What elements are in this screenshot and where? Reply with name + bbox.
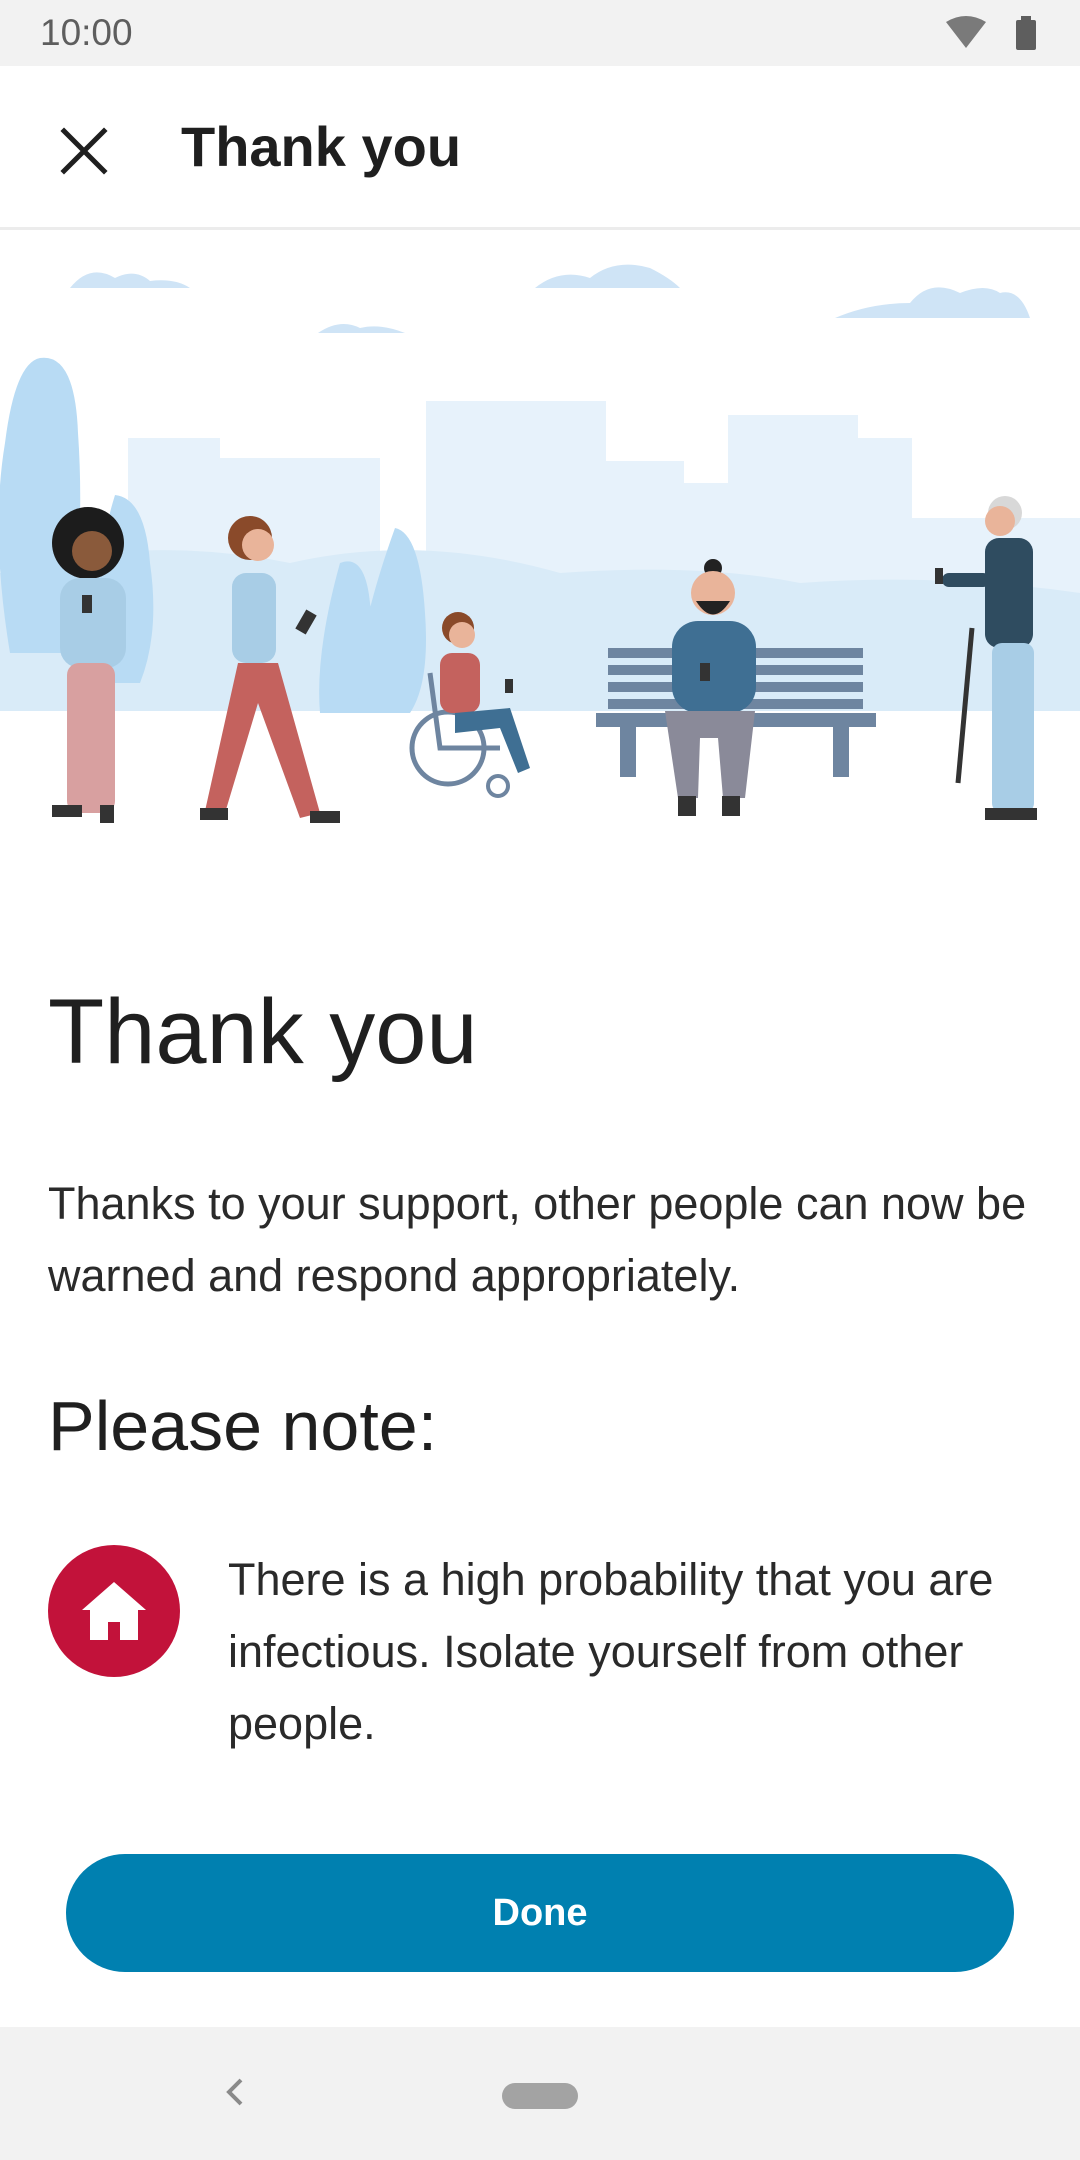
people-in-park-illustration	[0, 264, 1080, 853]
back-icon[interactable]	[215, 2072, 255, 2112]
close-button[interactable]	[44, 111, 124, 191]
system-nav-bar	[0, 2027, 1080, 2160]
status-time: 10:00	[40, 12, 133, 53]
isolation-note-text: There is a high probability that you are…	[228, 1554, 994, 1749]
status-icons	[946, 16, 1036, 50]
status-bar: 10:00	[0, 0, 1080, 66]
intro-text: Thanks to your support, other people can…	[48, 1178, 1027, 1301]
done-button[interactable]: Done	[66, 1854, 1014, 1972]
home-pill[interactable]	[502, 2083, 578, 2109]
close-icon	[60, 127, 108, 175]
page-title: Thank you	[48, 981, 478, 1083]
app-bar: Thank you	[0, 66, 1080, 230]
clouds	[70, 264, 1030, 333]
note-heading: Please note:	[48, 1387, 438, 1465]
home-icon	[48, 1545, 180, 1677]
app-bar-title: Thank you	[181, 115, 462, 178]
battery-icon	[1016, 16, 1036, 50]
wifi-icon	[946, 16, 986, 48]
